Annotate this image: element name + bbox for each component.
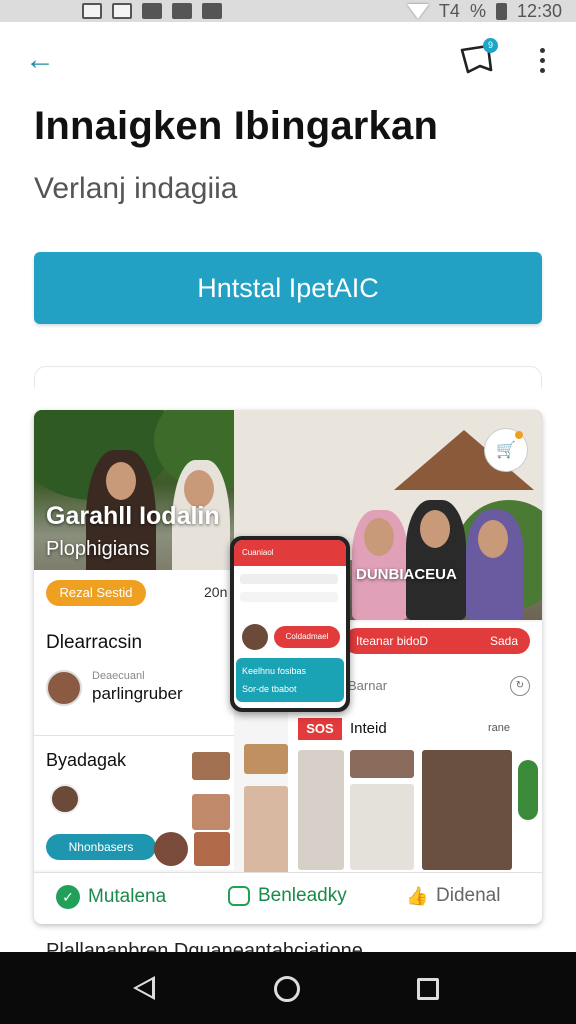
back-arrow-icon[interactable]: ← [22,42,58,78]
action-primary-label: Mutalena [88,886,167,907]
photo-thumbnail [350,784,414,870]
app-screenshot-collage[interactable]: Garahll Iodalin Plophigians 🛒 Rezal Sest… [34,410,542,924]
action-primary[interactable]: ✓ Mutalena [56,885,166,909]
app-bar: ← 9 [0,30,576,90]
pill-side-text: 20n [204,584,228,600]
portrait-thumbnail [244,786,288,876]
avatar [242,624,268,650]
phone-teal-card: Keelhnu fosibas Sor-de tbabot [236,658,344,702]
phone-mockup: Cuaniaol Coldadmael Keelhnu fosibas Sor-… [230,536,350,712]
face [420,510,450,548]
photo-thumbnail [192,752,230,780]
divider [34,735,234,736]
image-icon [172,3,192,19]
phone-teal-line: Sor-de tbabot [242,684,297,694]
page-title: Innaigken Ibingarkan [34,104,439,148]
hero-title: Garahll Iodalin [46,502,220,530]
page-subtitle: Verlanj indagiia [34,172,238,205]
avatar [46,670,82,706]
photo-thumbnail [192,794,230,830]
avatar [154,832,188,866]
face [106,462,136,500]
panel-user-name: parlingruber [92,684,183,703]
check-icon: ✓ [56,885,80,909]
percent-sign: % [469,0,486,21]
install-button[interactable]: Hntstal IpetAIC [34,252,542,324]
nav-back-icon-inner [137,980,152,996]
card-edge [34,366,542,388]
phone-screen: Cuaniaol Coldadmael Keelhnu fosibas Sor-… [234,540,346,708]
notification-badge: 9 [483,38,498,53]
panel-heading: Dlearracsin [46,632,143,653]
status-icons-left [82,3,222,19]
wifi-icon [406,3,429,19]
system-nav-bar [0,952,576,1024]
cart-icon: 🛒 [484,428,528,472]
action-tertiary-label: Didenal [436,885,501,906]
action-secondary-label: Benleadky [258,885,347,906]
nav-recents-icon[interactable] [417,978,439,1000]
badge-label: SOS [298,718,342,740]
phone-row [240,592,338,602]
nav-home-icon[interactable] [274,976,300,1002]
face [478,520,508,558]
action-tertiary[interactable]: 👍 Didenal [406,885,500,907]
photo-grid [298,750,344,870]
photo-thumbnail [194,832,230,866]
phone-row [240,574,338,584]
hero-subtitle: Plophigians [46,538,150,560]
chat-icon [228,886,250,906]
battery-icon [495,2,507,20]
panel-small-text: Barnar [348,678,388,693]
face [364,518,394,556]
thumbs-up-icon: 👍 [406,886,429,906]
photo-thumbnail [244,744,288,774]
save-icon [202,3,222,19]
plant-thumbnail [518,760,538,820]
panel-small-text: Deaecuanl [92,670,145,682]
orange-pill: Rezal Sestid [46,580,146,606]
status-bar: T4% 12:30 [0,0,576,22]
image-icon [142,3,162,19]
red-bar: Iteanar bidoD Sada [344,628,530,654]
panel-label: Inteid [350,720,387,737]
notification-icon [112,3,132,19]
notification-icon [82,3,102,19]
red-bar-end-text: Sada [489,634,518,648]
hero-right-label: DUNBIACEUA [356,566,457,583]
edit-text: rane [488,722,511,734]
bottom-action-row: ✓ Mutalena Benleadky 👍 Didenal [34,872,542,924]
more-options-icon[interactable] [528,42,556,78]
red-bar-text: Iteanar bidoD [356,634,429,648]
refresh-icon: ↻ [510,676,530,696]
avatar [50,784,80,814]
battery-text: T4 [438,0,460,21]
phone-header: Cuaniaol [234,540,346,566]
teal-pill: Nhonbasers [46,834,156,860]
photo-thumbnail [350,750,414,778]
screenshot-left-panel: Rezal Sestid 20n Dlearracsin Deaecuanl p… [34,570,234,870]
phone-teal-line: Keelhnu fosibas [242,666,307,676]
cart-dot [515,431,523,439]
phone-red-pill: Coldadmael [274,626,340,648]
store-icon[interactable]: 9 [458,38,498,78]
action-secondary[interactable]: Benleadky [228,885,347,907]
clock: 12:30 [516,0,562,21]
panel-heading-2: Byadagak [46,750,127,770]
portrait-thumbnail [422,750,512,870]
status-icons-right: T4% 12:30 [406,0,562,22]
